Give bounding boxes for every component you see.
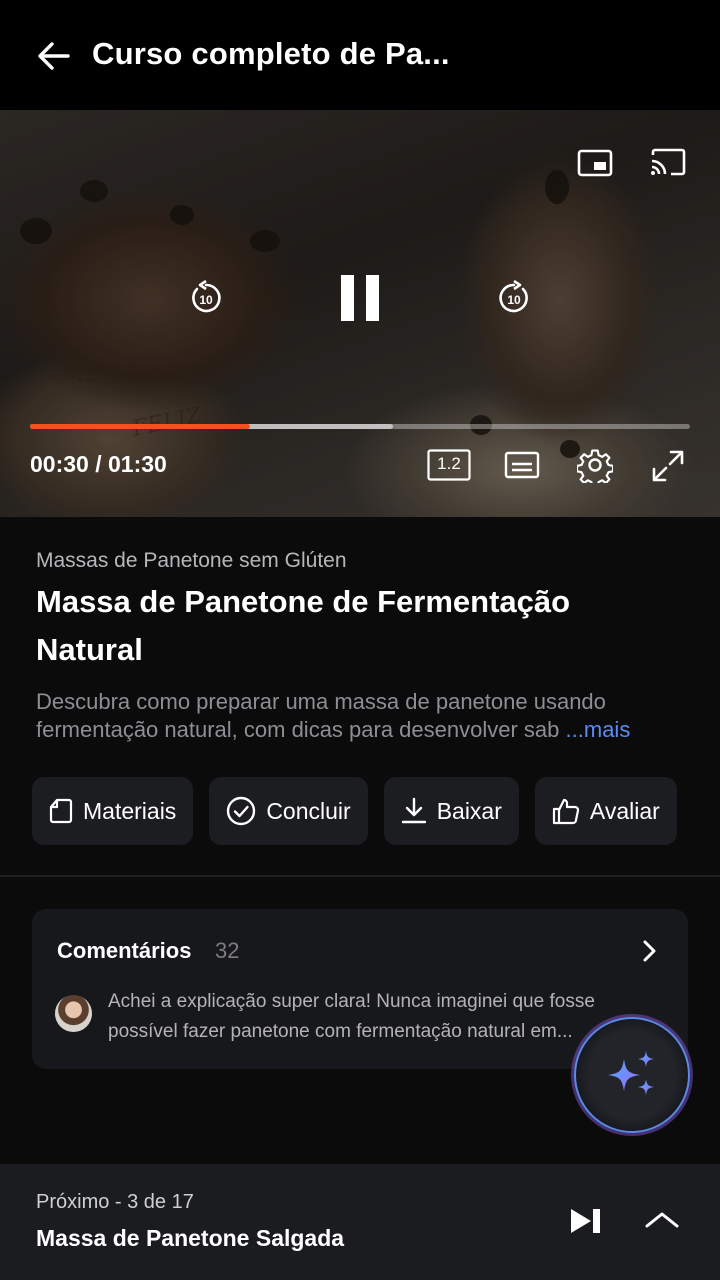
- page-title: Curso completo de Pa...: [92, 36, 450, 71]
- complete-label: Concluir: [266, 797, 351, 824]
- back-button[interactable]: [34, 36, 74, 76]
- read-more-link[interactable]: ...mais: [566, 717, 631, 742]
- comments-title: Comentários: [57, 938, 192, 963]
- download-icon: [401, 797, 426, 824]
- cast-icon: [651, 148, 686, 176]
- playback-speed-button[interactable]: 1.2: [426, 448, 472, 482]
- rewind-10-icon: 10: [192, 280, 221, 313]
- fullscreen-button[interactable]: [650, 448, 686, 484]
- comment-preview: Achei a explicação super clara! Nunca im…: [108, 991, 595, 1042]
- forward-10-button[interactable]: 10: [494, 278, 534, 318]
- speed-label: 1.2: [437, 454, 461, 473]
- progress-fill: [30, 424, 250, 429]
- ai-assistant-button[interactable]: [574, 1017, 690, 1133]
- lesson-actions: Materiais Concluir Baixar Avaliar: [32, 777, 677, 845]
- skip-next-button[interactable]: [568, 1206, 604, 1241]
- picture-in-picture-button[interactable]: [576, 148, 614, 178]
- gear-icon: [577, 449, 613, 483]
- module-name: Massas de Panetone sem Glúten: [36, 549, 347, 572]
- comments-count: 32: [215, 938, 240, 963]
- pause-button[interactable]: [334, 272, 386, 324]
- time-display: 00:30 / 01:30: [30, 451, 167, 477]
- section-divider: [0, 875, 720, 877]
- chevron-up-icon: [645, 1212, 679, 1228]
- picture-in-picture-icon: [577, 149, 613, 177]
- next-lesson-bar[interactable]: Próximo - 3 de 17 Massa de Panetone Salg…: [0, 1164, 720, 1280]
- lesson-title: Massa de Panetone de Fermentação Natural: [36, 584, 571, 667]
- chevron-right-icon: [643, 940, 656, 962]
- rewind-10-button[interactable]: 10: [186, 278, 226, 318]
- description-text: Descubra como preparar uma massa de pane…: [36, 689, 606, 742]
- next-title: Massa de Panetone Salgada: [36, 1225, 345, 1251]
- next-label: Próximo - 3 de 17: [36, 1191, 194, 1213]
- forward-10-icon: 10: [499, 280, 528, 313]
- subtitles-button[interactable]: [502, 448, 542, 482]
- thumbs-up-icon: [552, 798, 579, 825]
- cast-button[interactable]: [648, 146, 688, 178]
- materials-button[interactable]: Materiais: [32, 777, 194, 845]
- download-button[interactable]: Baixar: [383, 777, 519, 845]
- lesson-description: Descubra como preparar uma massa de pane…: [36, 688, 696, 744]
- pause-icon: [341, 275, 379, 321]
- avatar: [55, 995, 92, 1032]
- arrow-left-icon: [38, 42, 70, 70]
- settings-button[interactable]: [576, 446, 614, 484]
- sparkles-icon: [608, 1051, 654, 1095]
- svg-text:10: 10: [199, 293, 213, 307]
- progress-bar[interactable]: [30, 424, 690, 429]
- document-icon: [49, 798, 73, 824]
- check-circle-icon: [227, 796, 256, 826]
- skip-next-icon: [571, 1209, 600, 1233]
- fullscreen-icon: [652, 450, 684, 482]
- subtitles-icon: [504, 451, 540, 479]
- rate-button[interactable]: Avaliar: [534, 777, 677, 845]
- app-header: Curso completo de Pa...: [0, 0, 720, 110]
- materials-label: Materiais: [83, 797, 177, 824]
- expand-button[interactable]: [644, 1208, 680, 1237]
- download-label: Baixar: [436, 797, 502, 824]
- rate-label: Avaliar: [589, 797, 660, 824]
- svg-text:10: 10: [507, 293, 521, 307]
- video-player[interactable]: MEU RISO FELIZ 10 10 00:30 / 01:30 1.2: [0, 110, 720, 517]
- complete-button[interactable]: Concluir: [209, 777, 368, 845]
